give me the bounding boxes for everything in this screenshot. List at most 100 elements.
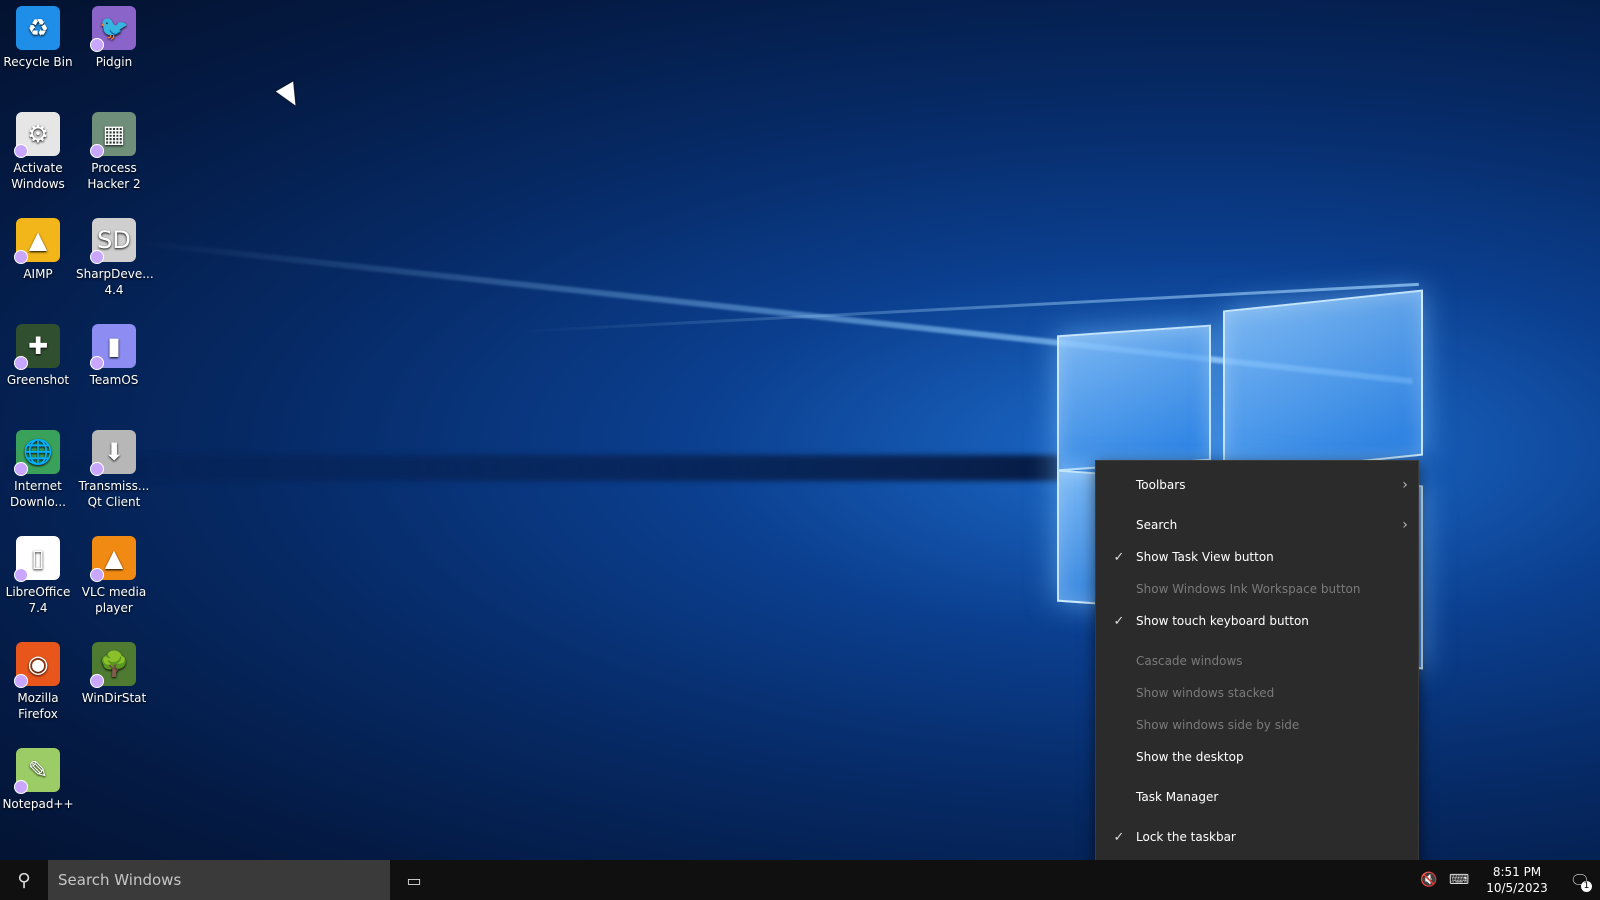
libreoffice-icon: ▯ (14, 536, 60, 582)
desktop-icon-vlc[interactable]: ▲ VLC media player (76, 536, 152, 616)
desktop-icon-label: AIMP (23, 267, 53, 281)
desktop-icon-label: LibreOffice 7.4 (5, 585, 71, 615)
shortcut-arrow-icon (14, 674, 28, 688)
clock[interactable]: 8:51 PM 10/5/2023 (1474, 864, 1560, 896)
desktop-icon-label: Activate Windows (11, 161, 65, 191)
desktop-icon-process-hacker[interactable]: ▦ Process Hacker 2 (76, 112, 152, 192)
desktop-icon-firefox[interactable]: ◉ Mozilla Firefox (0, 642, 76, 722)
desktop-icon-label: WinDirStat (81, 691, 147, 705)
icon-glyph: 🌳 (99, 650, 129, 678)
shortcut-arrow-icon (14, 144, 28, 158)
touch-keyboard-icon[interactable]: ⌨ (1444, 860, 1474, 900)
activate-windows-icon: ⚙ (14, 112, 60, 158)
icon-glyph: ⚙ (27, 120, 49, 148)
desktop-icon-notepadpp[interactable]: ✎ Notepad++ (0, 748, 76, 812)
shortcut-arrow-icon (14, 250, 28, 264)
action-center-button[interactable]: 🗨 1 (1560, 860, 1600, 900)
start-button[interactable]: ⚲ (0, 860, 48, 900)
menu-item-toolbars[interactable]: Toolbars › (1096, 469, 1418, 501)
shortcut-arrow-icon (90, 568, 104, 582)
notification-badge: 1 (1581, 881, 1592, 892)
icon-glyph: ▮ (107, 332, 121, 360)
shortcut-arrow-icon (90, 250, 104, 264)
menu-item-label: Show windows side by side (1136, 718, 1300, 732)
shortcut-arrow-icon (14, 568, 28, 582)
desktop-icon-teamos[interactable]: ▮ TeamOS (76, 324, 152, 388)
desktop-icon-sharpdevelop[interactable]: SD SharpDeve... 4.4 (76, 218, 154, 298)
menu-item-label: Search (1136, 518, 1178, 532)
transmission-icon: ⬇ (90, 430, 136, 476)
desktop-icon-label: SharpDeve... 4.4 (76, 267, 154, 297)
shortcut-arrow-icon (90, 38, 104, 52)
icon-glyph: ⬇ (103, 438, 125, 466)
chevron-right-icon: › (1402, 477, 1408, 493)
icon-glyph: ▲ (28, 226, 48, 254)
shortcut-arrow-icon (14, 356, 28, 370)
desktop-icon-label: VLC media player (81, 585, 147, 615)
menu-item-search[interactable]: Search › (1096, 509, 1418, 541)
desktop-icon-activate-windows[interactable]: ⚙ Activate Windows (0, 112, 76, 192)
menu-item-show-task-view-button[interactable]: ✓ Show Task View button (1096, 541, 1418, 573)
aimp-icon: ▲ (14, 218, 60, 264)
shortcut-arrow-icon (90, 144, 104, 158)
shortcut-arrow-icon (90, 356, 104, 370)
vlc-icon: ▲ (90, 536, 136, 582)
desktop-icon-greenshot[interactable]: ✚ Greenshot (0, 324, 76, 388)
menu-item-label: Show Windows Ink Workspace button (1136, 582, 1361, 596)
desktop-icon-windirstat[interactable]: 🌳 WinDirStat (76, 642, 152, 706)
desktop-icon-label: Internet Downlo... (10, 479, 66, 509)
desktop-icon-label: Process Hacker 2 (87, 161, 141, 191)
task-view-button[interactable]: ▭ (390, 860, 438, 900)
checkmark-icon: ✓ (1113, 829, 1125, 845)
desktop-icon-label: Greenshot (6, 373, 70, 387)
shortcut-arrow-icon (14, 780, 28, 794)
desktop-icon-transmission[interactable]: ⬇ Transmiss... Qt Client (76, 430, 152, 510)
teamos-icon: ▮ (90, 324, 136, 370)
menu-item-show-windows-ink-workspace-button: Show Windows Ink Workspace button (1096, 573, 1418, 605)
taskbar: ⚲ Search Windows ▭ 🔇 ⌨ 8:51 PM 10/5/2023… (0, 860, 1600, 900)
system-tray: 🔇 ⌨ 8:51 PM 10/5/2023 🗨 1 (1414, 860, 1600, 900)
menu-item-show-windows-side-by-side: Show windows side by side (1096, 709, 1418, 741)
menu-item-show-the-desktop[interactable]: Show the desktop (1096, 741, 1418, 773)
mouse-cursor (275, 81, 305, 111)
menu-item-task-manager[interactable]: Task Manager (1096, 781, 1418, 813)
sharpdevelop-icon: SD (90, 218, 136, 264)
menu-item-cascade-windows: Cascade windows (1096, 645, 1418, 677)
volume-muted-glyph: 🔇 (1420, 872, 1438, 888)
menu-item-label: Show touch keyboard button (1136, 614, 1309, 628)
icon-glyph: ▦ (102, 120, 126, 148)
menu-item-lock-the-taskbar[interactable]: ✓ Lock the taskbar (1096, 821, 1418, 853)
wallpaper-light-beam (139, 240, 1413, 385)
desktop-icon-aimp[interactable]: ▲ AIMP (0, 218, 76, 282)
icon-glyph: ▲ (104, 544, 124, 572)
search-placeholder: Search Windows (58, 871, 182, 889)
desktop-icon-area: ♻ Recycle Bin 🐦 Pidgin ⚙ Activate Windows ▦ Pro… (0, 0, 170, 860)
volume-muted-icon[interactable]: 🔇 (1414, 860, 1444, 900)
clock-time: 8:51 PM (1492, 865, 1542, 879)
desktop-icon-internet-download-manager[interactable]: 🌐 Internet Downlo... (0, 430, 76, 510)
menu-item-label: Show Task View button (1136, 550, 1274, 564)
icon-glyph: 🌐 (23, 438, 53, 466)
menu-item-show-windows-stacked: Show windows stacked (1096, 677, 1418, 709)
desktop-icon-label: Pidgin (95, 55, 133, 69)
chevron-right-icon: › (1402, 517, 1408, 533)
pidgin-icon: 🐦 (90, 6, 136, 52)
task-view-icon: ▭ (406, 870, 422, 890)
desktop-icon-recycle-bin[interactable]: ♻ Recycle Bin (0, 6, 76, 70)
firefox-icon: ◉ (14, 642, 60, 688)
menu-item-label: Cascade windows (1136, 654, 1243, 668)
desktop-icon-libreoffice[interactable]: ▯ LibreOffice 7.4 (0, 536, 76, 616)
search-input[interactable]: Search Windows (48, 860, 390, 900)
greenshot-icon: ✚ (14, 324, 60, 370)
windows-logo-pane (1057, 324, 1211, 472)
icon-glyph: 🐦 (99, 14, 129, 42)
icon-glyph: ◉ (27, 650, 49, 678)
desktop-icon-label: Notepad++ (2, 797, 74, 811)
icon-glyph: ▯ (31, 544, 45, 572)
icon-glyph: ♻ (27, 14, 49, 42)
desktop-icon-pidgin[interactable]: 🐦 Pidgin (76, 6, 152, 70)
menu-item-label: Show windows stacked (1136, 686, 1275, 700)
checkmark-icon: ✓ (1113, 613, 1125, 629)
menu-item-show-touch-keyboard-button[interactable]: ✓ Show touch keyboard button (1096, 605, 1418, 637)
start-icon: ⚲ (17, 869, 31, 891)
